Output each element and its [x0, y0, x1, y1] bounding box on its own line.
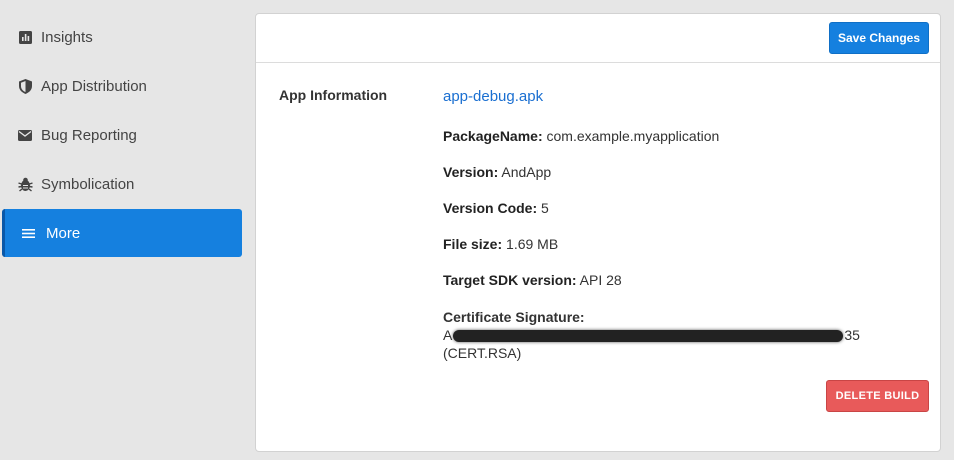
- sidebar-item-label: More: [46, 224, 81, 242]
- package-name-row: PackageName: com.example.myapplication: [443, 128, 719, 144]
- file-size-label: File size:: [443, 236, 503, 252]
- section-title: App Information: [279, 87, 388, 103]
- sidebar-item-label: App Distribution: [41, 77, 147, 95]
- sidebar-item-label: Insights: [41, 28, 93, 46]
- sidebar-item-app-distribution[interactable]: App Distribution: [2, 62, 242, 110]
- certificate-suffix: 35: [844, 327, 860, 343]
- file-size-row: File size: 1.69 MB: [443, 236, 558, 252]
- sidebar-item-more[interactable]: More: [2, 209, 242, 257]
- version-code-label: Version Code:: [443, 200, 538, 216]
- panel-header: Save Changes: [256, 14, 940, 63]
- shield-icon: [17, 78, 33, 94]
- certificate-signature: Certificate Signature: A 35 (CERT.RSA): [443, 308, 863, 362]
- redacted-signature: [453, 330, 844, 343]
- apk-file-link[interactable]: app-debug.apk: [443, 88, 543, 105]
- package-name-label: PackageName:: [443, 128, 543, 144]
- sidebar-item-label: Symbolication: [41, 175, 135, 193]
- version-label: Version:: [443, 164, 499, 180]
- bar-chart-icon: [17, 29, 33, 45]
- sidebar-item-bug-reporting[interactable]: Bug Reporting: [2, 111, 242, 159]
- sidebar-item-symbolication[interactable]: Symbolication: [2, 160, 242, 208]
- target-sdk-label: Target SDK version:: [443, 272, 577, 288]
- certificate-file: (CERT.RSA): [443, 345, 522, 361]
- target-sdk-row: Target SDK version: API 28: [443, 272, 622, 288]
- certificate-label: Certificate Signature:: [443, 309, 585, 325]
- certificate-prefix: A: [443, 327, 453, 343]
- version-code-value: 5: [541, 200, 549, 216]
- delete-build-button[interactable]: DELETE BUILD: [826, 380, 929, 412]
- envelope-icon: [17, 127, 33, 143]
- sidebar: Insights App Distribution Bug Reporting …: [0, 0, 244, 460]
- sidebar-item-label: Bug Reporting: [41, 126, 137, 144]
- file-size-value: 1.69 MB: [506, 236, 559, 252]
- version-value: AndApp: [501, 164, 552, 180]
- package-name-value: com.example.myapplication: [546, 128, 720, 144]
- version-row: Version: AndApp: [443, 164, 551, 180]
- sidebar-item-insights[interactable]: Insights: [2, 13, 242, 61]
- menu-icon: [20, 225, 36, 241]
- version-code-row: Version Code: 5: [443, 200, 549, 216]
- app-info-panel: Save Changes App Information app-debug.a…: [255, 13, 941, 452]
- save-changes-button[interactable]: Save Changes: [829, 22, 929, 54]
- bug-icon: [17, 176, 33, 192]
- target-sdk-value: API 28: [579, 272, 622, 288]
